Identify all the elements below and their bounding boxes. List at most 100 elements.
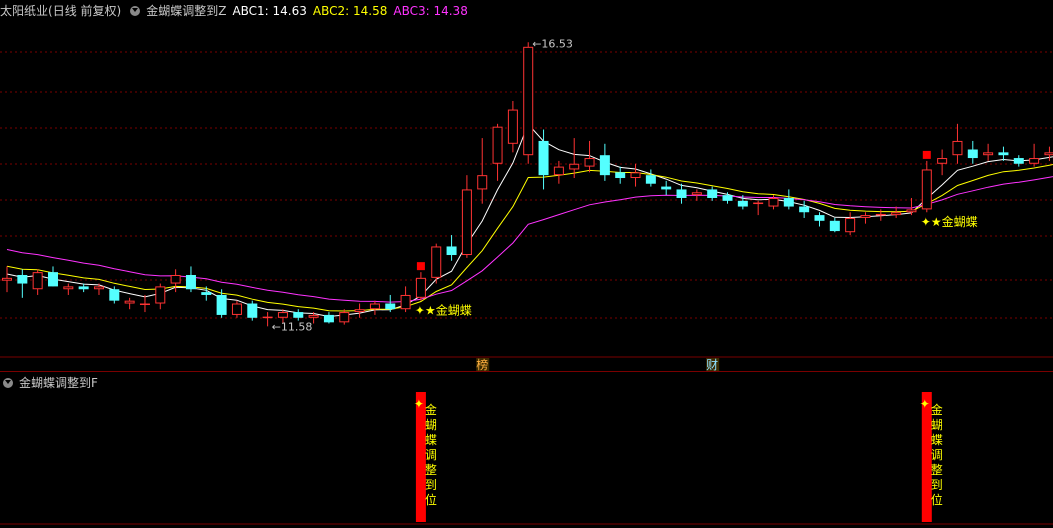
candle [753, 200, 764, 216]
candle [538, 129, 549, 190]
candle-body-up [32, 272, 43, 290]
signal-marker [922, 150, 931, 159]
candle-body-up [768, 197, 779, 207]
candle-body-up [875, 213, 886, 216]
candle-body-up [983, 152, 994, 156]
candle-body-up [630, 172, 641, 179]
candle [998, 146, 1009, 161]
candle [32, 269, 43, 295]
signal-label-char: 整 [425, 462, 437, 477]
candle [446, 235, 457, 261]
candle-body-down [722, 195, 733, 201]
candle-body-down [645, 175, 656, 184]
candle-body-up [155, 286, 166, 304]
candle-body-up [921, 169, 932, 210]
candle [415, 272, 426, 301]
candle-body-down [323, 314, 334, 323]
signal-label-char: 蝴 [931, 418, 943, 432]
candle-body-up [937, 158, 948, 164]
candle-body-down [47, 272, 58, 287]
candle-body-up [339, 312, 350, 323]
candle-body-down [998, 152, 1009, 156]
signal-label-char: 位 [931, 492, 943, 507]
candle-body-down [615, 172, 626, 179]
candle [661, 180, 672, 196]
candle [921, 160, 932, 213]
candle [814, 212, 825, 227]
signal-label-char: 位 [425, 492, 437, 507]
candle-body-up [400, 294, 411, 310]
candle [691, 189, 702, 201]
candle-body-down [446, 246, 457, 256]
candle-body-up [170, 274, 181, 284]
candle [829, 217, 840, 233]
candle [78, 283, 89, 293]
candle [1013, 155, 1024, 167]
candle [906, 197, 917, 216]
signal-label-char: 蝴 [425, 418, 437, 432]
candle-body-up [584, 158, 595, 167]
candlestick-chart[interactable]: ←16.53 ←11.58 ✦★金蝴蝶 ✦★金蝴蝶榜 财 [0, 0, 1053, 372]
candle [799, 200, 810, 218]
candle-body-down [661, 186, 672, 190]
candle-body-up [1029, 158, 1040, 164]
candle-body-up [369, 303, 380, 310]
candle [93, 283, 104, 295]
candle-body-up [308, 314, 319, 318]
candle [860, 212, 871, 224]
candle-body-up [354, 309, 365, 313]
candle-body-up [124, 300, 135, 304]
candle [124, 297, 135, 310]
candle [967, 140, 978, 164]
candle-body-up [492, 126, 503, 164]
candle-body-down [385, 303, 396, 310]
ma-line-abc2 [6, 164, 1053, 312]
candle-body-up [1044, 152, 1053, 156]
candle [937, 149, 948, 176]
candle-body-up [431, 246, 442, 278]
low-price-label: ←11.58 [272, 320, 313, 333]
signal-label-char: 金 [425, 402, 437, 417]
signal-label-char: 到 [931, 478, 943, 492]
candle [1029, 143, 1040, 167]
candle [461, 175, 472, 258]
candle [185, 266, 196, 293]
candle-body-down [829, 220, 840, 232]
candle [339, 309, 350, 325]
signal-label-char: 蝶 [425, 432, 437, 447]
candle [369, 300, 380, 315]
candle-body-up [277, 312, 288, 318]
candle [845, 212, 856, 236]
event-marker: 榜 [476, 357, 488, 372]
candle [983, 143, 994, 161]
candle-body-down [293, 312, 304, 318]
candle-body-down [185, 274, 196, 290]
candle-body-down [783, 197, 794, 207]
butterfly-icon: ✦ [920, 397, 930, 411]
candle [615, 166, 626, 184]
butterfly-icon: ✦ [414, 397, 424, 411]
main-chart-panel[interactable]: 太阳纸业(日线 前复权) 金蝴蝶调整到Z ABC1: 14.63 ABC2: 14.5… [0, 0, 1053, 372]
candle-body-up [860, 215, 871, 218]
candle-body-down [109, 289, 120, 301]
candle [293, 309, 304, 321]
candle [507, 101, 518, 153]
candle-body-down [599, 155, 610, 176]
candle-body-down [201, 292, 212, 295]
candle-body-down [1013, 158, 1024, 164]
candle-body-up [691, 192, 702, 196]
signal-label-char: 蝶 [931, 432, 943, 447]
candle-body-up [553, 166, 564, 176]
candle [139, 294, 150, 313]
candle [17, 269, 28, 298]
candle [645, 169, 656, 187]
sub-indicator-panel[interactable]: 金蝴蝶调整到F ✦ 金蝴蝶调整到位 ✦ 金蝴蝶调整到位 [0, 372, 1053, 528]
candle-body-down [676, 189, 687, 198]
candle [630, 163, 641, 187]
candle-body-up [63, 286, 74, 290]
candle-body-down [737, 200, 748, 207]
candle [952, 123, 963, 164]
candle-body-down [707, 189, 718, 198]
butterfly-signal-label: ✦★金蝴蝶 [921, 214, 978, 229]
candle [676, 183, 687, 204]
